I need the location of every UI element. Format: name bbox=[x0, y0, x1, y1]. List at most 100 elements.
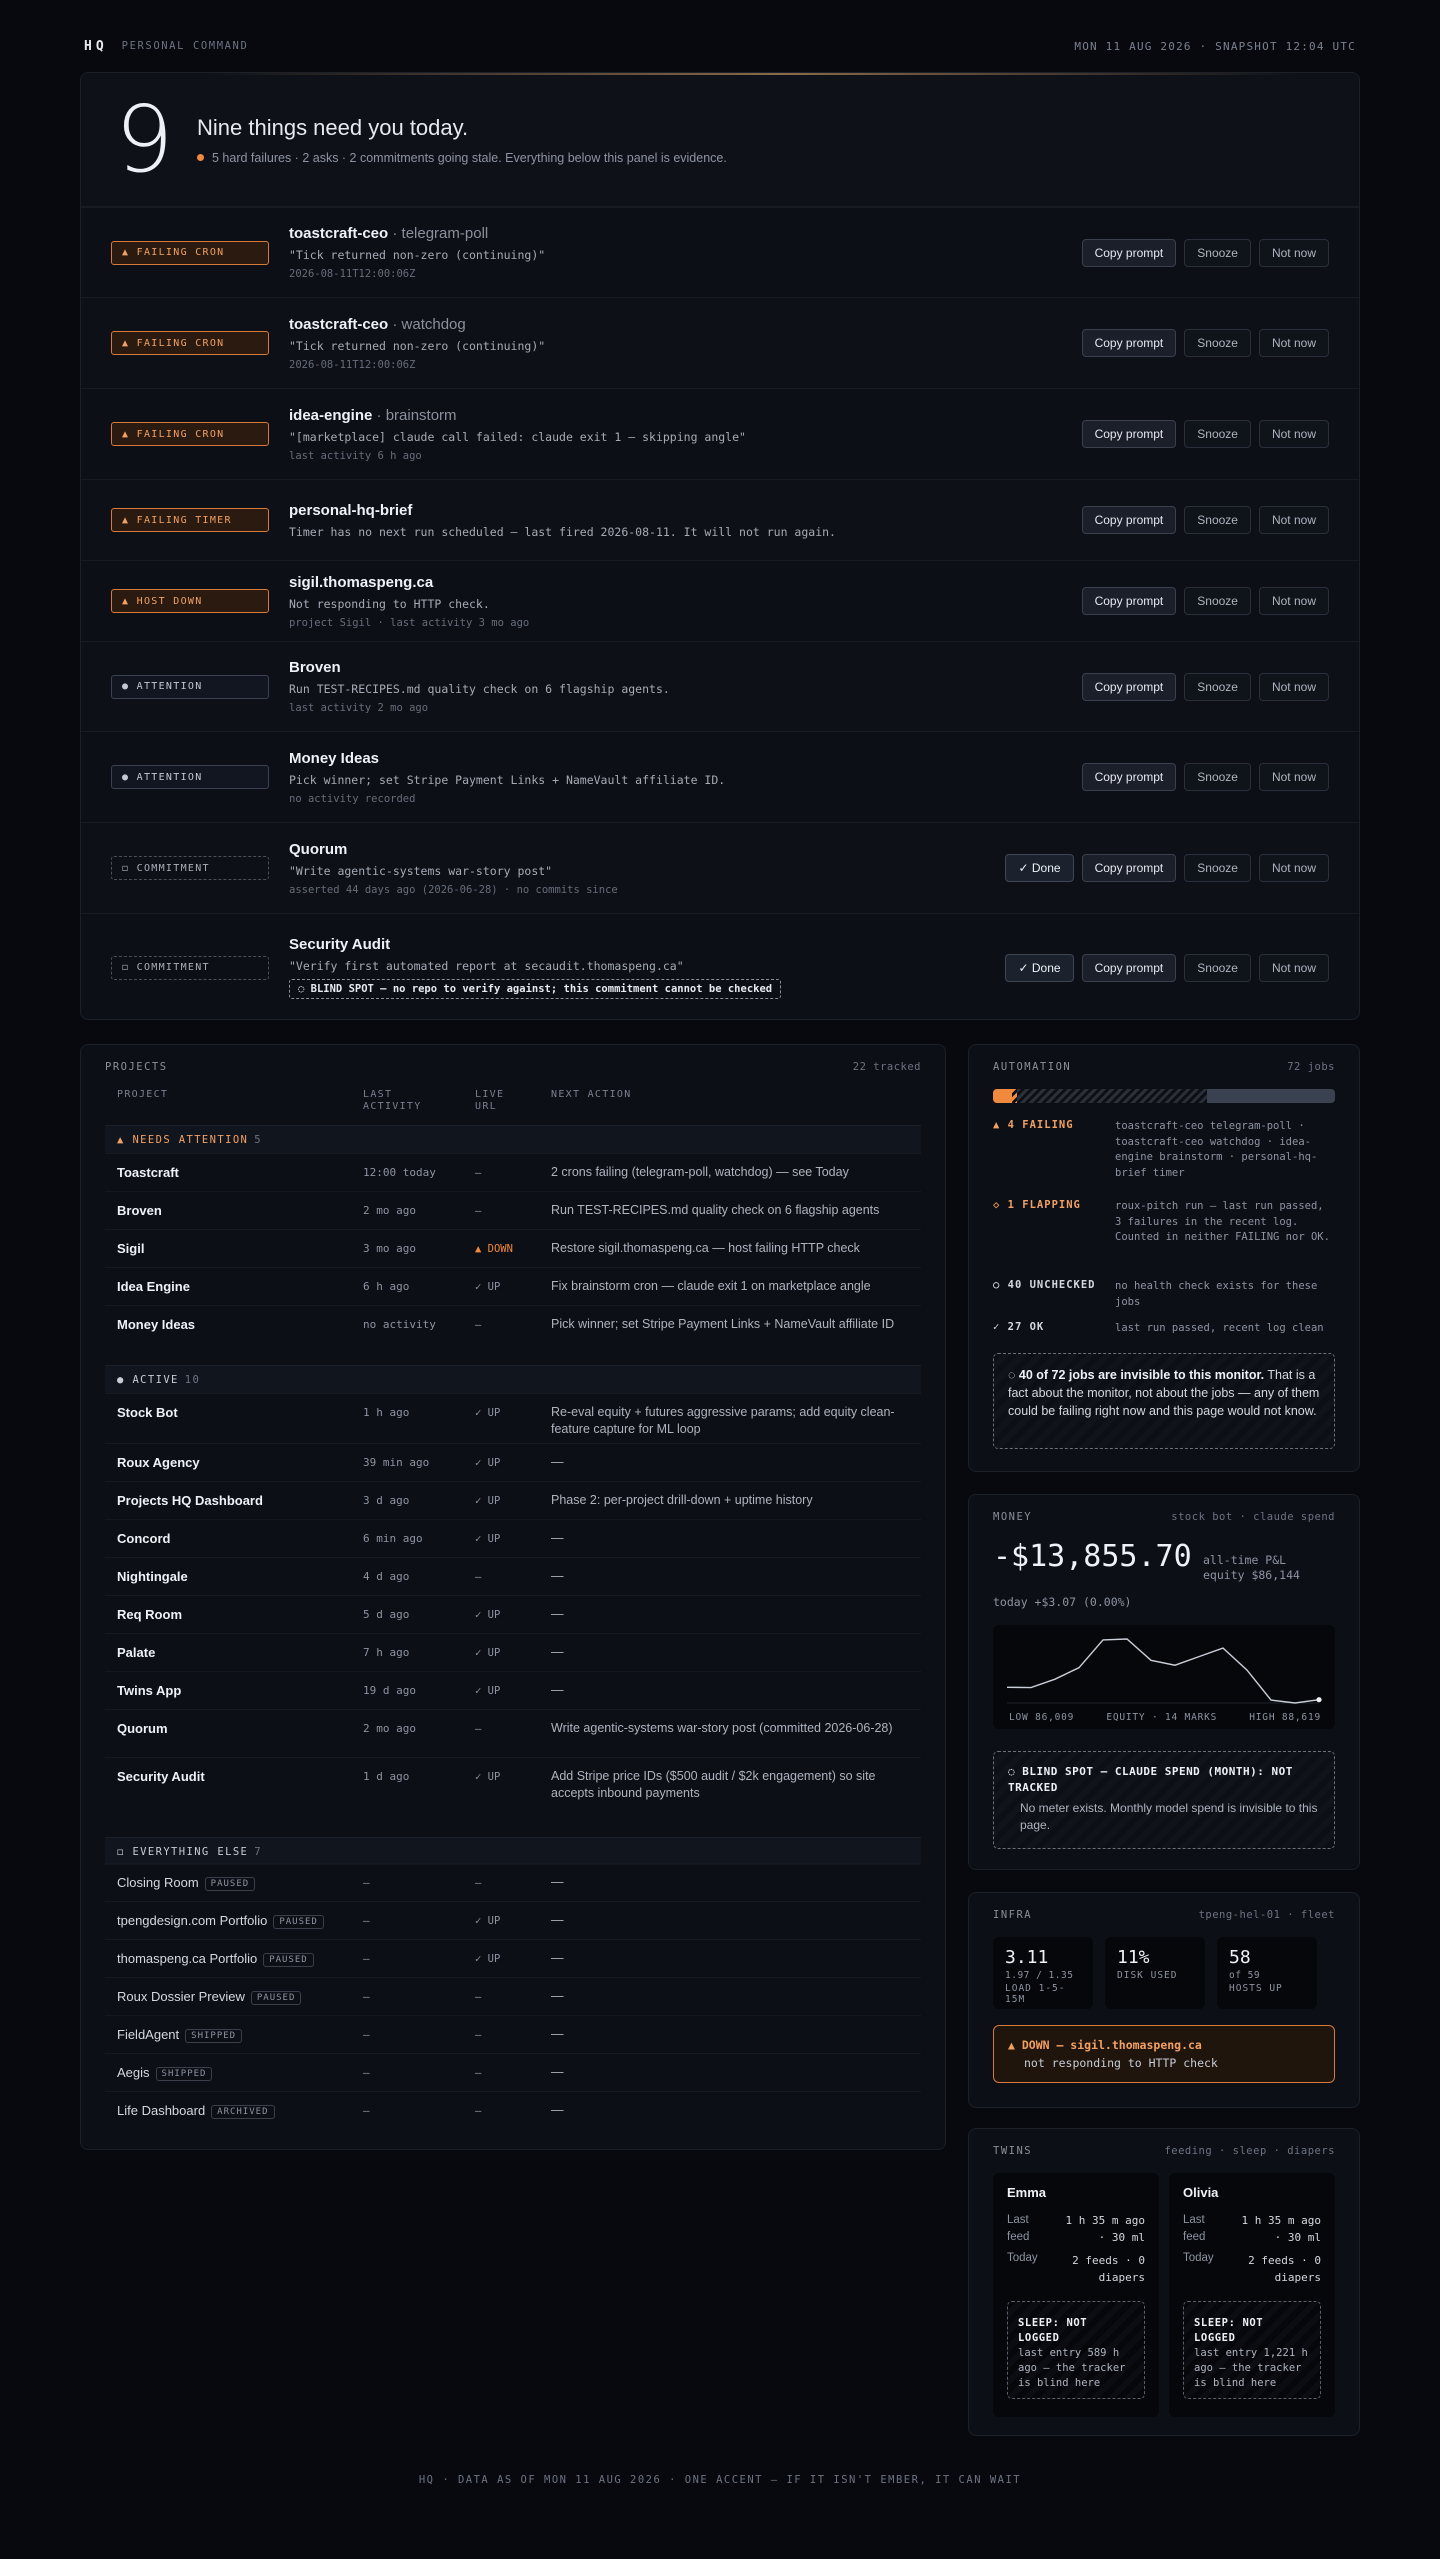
done-button[interactable]: ✓ Done bbox=[1005, 953, 1074, 982]
project-last-activity: — bbox=[363, 1990, 370, 2003]
not-now-button[interactable]: Not now bbox=[1258, 238, 1329, 267]
table-row[interactable]: Roux Agency 39 min ago ✓ UP — bbox=[105, 1443, 921, 1481]
snooze-button[interactable]: Snooze bbox=[1184, 506, 1251, 534]
snooze-button[interactable]: Snooze bbox=[1184, 672, 1251, 701]
copy-prompt-button[interactable]: Copy prompt bbox=[1081, 763, 1177, 791]
chart-footer: LOW 86,009 EQUITY · 14 MARKS HIGH 88,619 bbox=[1009, 1712, 1321, 1723]
project-status-tag: SHIPPED bbox=[185, 2029, 243, 2043]
table-row[interactable]: tpengdesign.com Portfolio PAUSED — ✓ UP — bbox=[105, 1901, 921, 1939]
snooze-button[interactable]: Snooze bbox=[1184, 953, 1251, 982]
project-next-action: — bbox=[551, 1951, 564, 1965]
not-now-button[interactable]: Not now bbox=[1258, 506, 1329, 534]
today-item-title: toastcraft-ceo · telegram-poll bbox=[289, 225, 1039, 242]
not-now-button[interactable]: Not now bbox=[1258, 854, 1329, 882]
today-item: ● ATTENTION Money Ideas Pick winner; set S… bbox=[81, 731, 1359, 822]
snooze-button[interactable]: Snooze bbox=[1184, 587, 1251, 615]
copy-prompt-button[interactable]: Copy prompt bbox=[1081, 854, 1177, 882]
table-row[interactable]: FieldAgent SHIPPED — — — bbox=[105, 2015, 921, 2053]
not-now-button[interactable]: Not now bbox=[1258, 672, 1329, 701]
project-next-action: — bbox=[551, 1455, 564, 1469]
table-row[interactable]: Sigil 3 mo ago ▲ DOWN Restore sigil.thomasp… bbox=[105, 1229, 921, 1267]
projects-header: PROJECTS 22 tracked bbox=[105, 1061, 921, 1073]
table-row[interactable]: Stock Bot 1 h ago ✓ UP Re-eval equity + fut… bbox=[105, 1393, 921, 1443]
table-row[interactable]: Projects HQ Dashboard 3 d ago ✓ UP Phase 2:… bbox=[105, 1481, 921, 1519]
today-summary: 5 hard failures · 2 asks · 2 commitments… bbox=[197, 151, 727, 165]
project-last-activity: 1 h ago bbox=[363, 1406, 410, 1419]
chart-mid-label: EQUITY · 14 MARKS bbox=[1106, 1712, 1218, 1723]
snooze-button[interactable]: Snooze bbox=[1184, 238, 1251, 267]
project-last-activity: — bbox=[363, 1914, 370, 1927]
table-row[interactable]: Idea Engine 6 h ago ✓ UP Fix brainstorm cro… bbox=[105, 1267, 921, 1305]
project-next-action: Write agentic-systems war-story post (co… bbox=[551, 1721, 893, 1735]
table-row[interactable]: Concord 6 min ago ✓ UP — bbox=[105, 1519, 921, 1557]
item-name: Security Audit bbox=[289, 936, 391, 953]
item-meta: asserted 44 days ago (2026-06-28) · no c… bbox=[289, 883, 618, 896]
project-name: Closing Room PAUSED bbox=[117, 1875, 256, 1891]
status-key: ○ 40 UNCHECKED bbox=[993, 1279, 1096, 1291]
project-next-action: Pick winner; set Stripe Payment Links + … bbox=[551, 1317, 895, 1331]
today-item-content: sigil.thomaspeng.ca Not responding to HTT… bbox=[289, 574, 1039, 629]
table-row[interactable]: Broven 2 mo ago — Run TEST-RECIPES.md quali… bbox=[105, 1191, 921, 1229]
automation-count: 72 jobs bbox=[1287, 1061, 1335, 1073]
snooze-button[interactable]: Snooze bbox=[1184, 763, 1251, 791]
project-name: Idea Engine bbox=[117, 1279, 190, 1294]
bar-segment-failing bbox=[993, 1089, 1012, 1103]
copy-prompt-button[interactable]: Copy prompt bbox=[1081, 672, 1177, 701]
item-description: "[marketplace] claude call failed: claud… bbox=[289, 429, 746, 444]
host-down-alert[interactable]: ▲ DOWN — sigil.thomaspeng.ca not respond… bbox=[993, 2025, 1335, 2083]
table-row[interactable]: Toastcraft 12:00 today — 2 crons failing (t… bbox=[105, 1153, 921, 1191]
item-subname: · telegram-poll bbox=[388, 225, 489, 242]
project-name: Money Ideas bbox=[117, 1317, 195, 1332]
today-item: ▲ HOST DOWN sigil.thomaspeng.ca Not respon… bbox=[81, 560, 1359, 641]
table-row[interactable]: Money Ideas no activity — Pick winner; set … bbox=[105, 1305, 921, 1365]
twin-name: Olivia bbox=[1183, 2185, 1219, 2200]
today-value: 2 feeds · 0 diapers bbox=[1248, 2254, 1321, 2284]
table-row[interactable]: Security Audit 1 d ago ✓ UP Add Stripe pric… bbox=[105, 1757, 921, 1811]
copy-prompt-button[interactable]: Copy prompt bbox=[1081, 329, 1177, 357]
not-now-button[interactable]: Not now bbox=[1258, 329, 1329, 357]
project-name-text: Sigil bbox=[117, 1241, 145, 1256]
project-live-url-status: ✓ UP bbox=[475, 1771, 501, 1783]
item-name: Broven bbox=[289, 659, 341, 676]
table-row[interactable]: Life Dashboard ARCHIVED — — — bbox=[105, 2091, 921, 2129]
job-status-bar bbox=[993, 1089, 1335, 1103]
project-group-header[interactable]: ▲ NEEDS ATTENTION 5 bbox=[105, 1125, 921, 1153]
project-status-tag: SHIPPED bbox=[155, 2067, 213, 2081]
table-row[interactable]: Closing Room PAUSED — — — bbox=[105, 1863, 921, 1901]
today-item: ▲ FAILING CRON toastcraft-ceo · telegram-… bbox=[81, 207, 1359, 297]
project-live-url-status: ✓ UP bbox=[475, 1495, 501, 1507]
table-row[interactable]: Nightingale 4 d ago — — bbox=[105, 1557, 921, 1595]
project-status-tag: PAUSED bbox=[263, 1953, 314, 1967]
not-now-button[interactable]: Not now bbox=[1258, 953, 1329, 982]
project-group-header[interactable]: ◻ EVERYTHING ELSE 7 bbox=[105, 1837, 921, 1865]
copy-prompt-button[interactable]: Copy prompt bbox=[1081, 420, 1177, 448]
table-row[interactable]: Palate 7 h ago ✓ UP — bbox=[105, 1633, 921, 1671]
status-badge: ● ATTENTION bbox=[111, 674, 269, 699]
table-row[interactable]: Roux Dossier Preview PAUSED — — — bbox=[105, 1977, 921, 2015]
project-last-activity: — bbox=[363, 2028, 370, 2041]
item-name: sigil.thomaspeng.ca bbox=[289, 573, 434, 591]
table-row[interactable]: Quorum 2 mo ago — Write agentic-systems war… bbox=[105, 1709, 921, 1757]
table-row[interactable]: Twins App 19 d ago ✓ UP — bbox=[105, 1671, 921, 1709]
project-group-header[interactable]: ● ACTIVE 10 bbox=[105, 1365, 921, 1393]
project-name: Security Audit bbox=[117, 1769, 205, 1784]
table-row[interactable]: Req Room 5 d ago ✓ UP — bbox=[105, 1595, 921, 1633]
table-row[interactable]: Aegis SHIPPED — — — bbox=[105, 2053, 921, 2091]
snapshot-date: MON 11 AUG 2026 · SNAPSHOT 12:04 UTC bbox=[1074, 39, 1356, 53]
project-next-action: Add Stripe price IDs ($500 audit / $2k e… bbox=[551, 1769, 876, 1800]
copy-prompt-button[interactable]: Copy prompt bbox=[1081, 587, 1177, 615]
not-now-button[interactable]: Not now bbox=[1258, 420, 1329, 448]
copy-prompt-button[interactable]: Copy prompt bbox=[1081, 238, 1177, 267]
snooze-button[interactable]: Snooze bbox=[1184, 854, 1251, 882]
copy-prompt-button[interactable]: Copy prompt bbox=[1081, 953, 1177, 982]
group-count: 10 bbox=[184, 1373, 201, 1386]
snooze-button[interactable]: Snooze bbox=[1184, 420, 1251, 448]
snooze-button[interactable]: Snooze bbox=[1184, 329, 1251, 357]
not-now-button[interactable]: Not now bbox=[1258, 763, 1329, 791]
copy-prompt-button[interactable]: Copy prompt bbox=[1081, 506, 1177, 534]
done-button[interactable]: ✓ Done bbox=[1005, 854, 1074, 882]
not-now-button[interactable]: Not now bbox=[1258, 587, 1329, 615]
project-name: tpengdesign.com Portfolio PAUSED bbox=[117, 1913, 324, 1929]
load-detail: 1.97 / 1.35 bbox=[1005, 1970, 1074, 1981]
table-row[interactable]: thomaspeng.ca Portfolio PAUSED — ✓ UP — bbox=[105, 1939, 921, 1977]
